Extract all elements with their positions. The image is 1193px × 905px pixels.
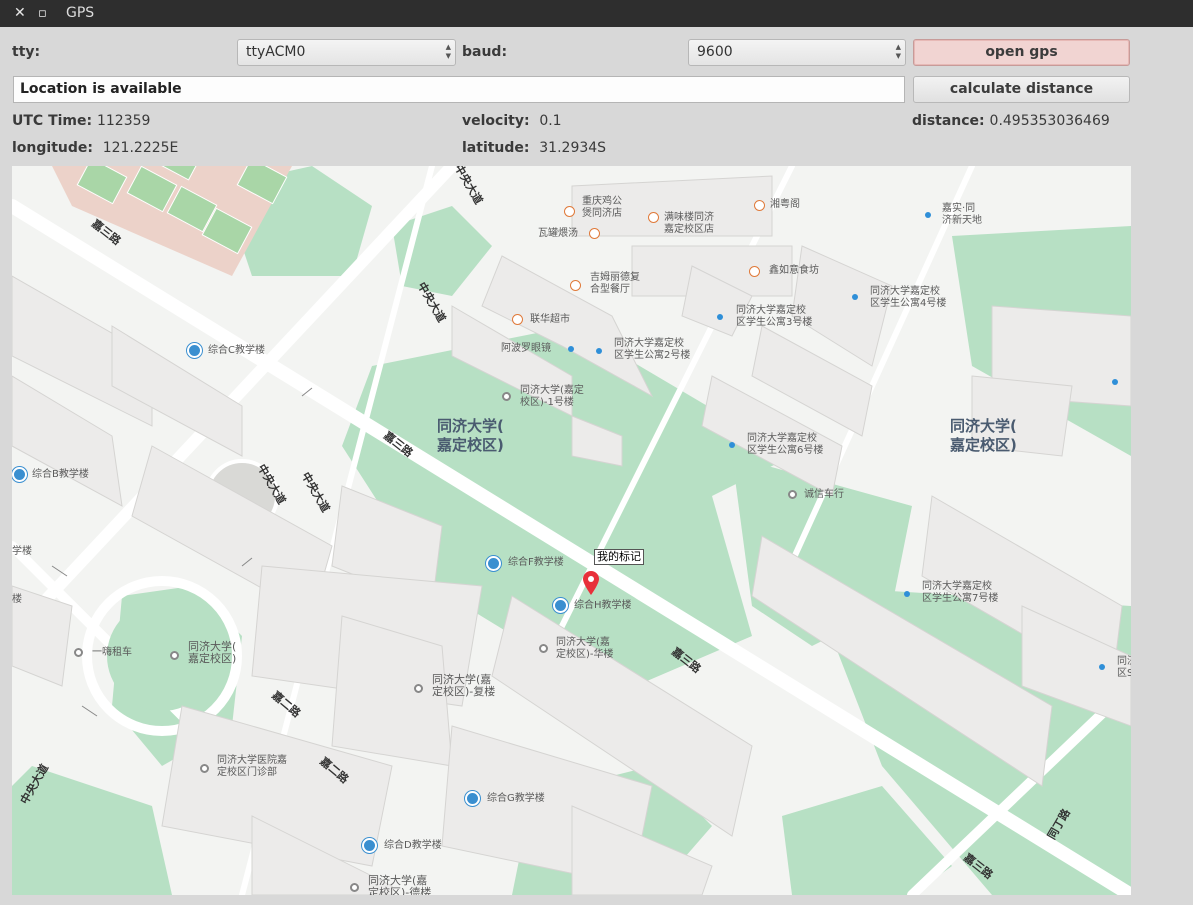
- building-icon[interactable]: [539, 644, 548, 653]
- building-icon[interactable]: [350, 883, 359, 892]
- tty-select[interactable]: ttyACM0 ▲ ▼: [237, 39, 456, 66]
- baud-value: 9600: [697, 44, 733, 60]
- poi-label: 同济大学嘉定校 区学生公寓6号楼: [747, 433, 824, 456]
- poi-label: 联华超市: [530, 314, 570, 325]
- poi-dot-icon[interactable]: [1099, 664, 1105, 670]
- close-icon[interactable]: ✕: [14, 0, 26, 27]
- velocity-label: velocity:: [462, 113, 530, 129]
- marker-label: 我的标记: [594, 549, 644, 565]
- poi-label: 同济大学嘉定校 区学生公寓7号楼: [922, 581, 999, 604]
- school-icon[interactable]: [486, 556, 501, 571]
- campus-label: 同济大学( 嘉定校区): [950, 417, 1017, 454]
- distance-readout: distance: 0.495353036469: [912, 113, 1110, 129]
- restaurant-icon[interactable]: [589, 228, 600, 239]
- poi-label: 鑫如意食坊: [769, 265, 819, 276]
- poi-dot-icon[interactable]: [729, 442, 735, 448]
- poi-label: 同济大学( 嘉定校区): [188, 640, 237, 665]
- utc-readout: UTC Time: 112359: [12, 113, 150, 129]
- poi-label: 同济大学(嘉 定校区)-华楼: [556, 637, 614, 660]
- campus-label: 同济大学( 嘉定校区): [437, 417, 504, 454]
- poi-label: 吉姆丽德复 合型餐厅: [590, 272, 640, 295]
- longitude-readout: longitude: 121.2225E: [12, 140, 178, 156]
- spin-arrows-icon[interactable]: ▲ ▼: [896, 43, 901, 61]
- poi-dot-icon[interactable]: [596, 348, 602, 354]
- longitude-label: longitude:: [12, 140, 93, 156]
- calculate-distance-button[interactable]: calculate distance: [913, 76, 1130, 103]
- poi-label: 重庆鸡公 煲同济店: [582, 196, 622, 219]
- poi-label: 综合B教学楼: [32, 469, 89, 480]
- utc-label: UTC Time:: [12, 113, 93, 129]
- poi-label: 同济大学医院嘉 定校区门诊部: [217, 755, 287, 778]
- title-bar: ✕ ▫ GPS: [0, 0, 1193, 27]
- latitude-label: latitude:: [462, 140, 530, 156]
- restaurant-icon[interactable]: [754, 200, 765, 211]
- poi-label: 综合C教学楼: [208, 345, 265, 356]
- car-icon[interactable]: [788, 490, 797, 499]
- poi-label: 同济大学(嘉定 校区)-1号楼: [520, 385, 584, 408]
- open-gps-button[interactable]: open gps: [913, 39, 1130, 66]
- school-icon[interactable]: [465, 791, 480, 806]
- spin-arrows-icon[interactable]: ▲ ▼: [446, 43, 451, 61]
- distance-value: 0.495353036469: [989, 113, 1110, 129]
- building-icon[interactable]: [502, 392, 511, 401]
- poi-label: 同济大学(嘉 定校区)-复楼: [432, 673, 496, 698]
- school-icon[interactable]: [362, 838, 377, 853]
- restaurant-icon[interactable]: [570, 280, 581, 291]
- poi-label: 综合D教学楼: [384, 840, 442, 851]
- poi-label: 阿波罗眼镜: [501, 343, 551, 354]
- supermarket-icon[interactable]: [512, 314, 523, 325]
- poi-label: 同济大学嘉定校 区学生公寓2号楼: [614, 338, 691, 361]
- poi-label: 同济大学嘉定校 区学生公寓4号楼: [870, 286, 947, 309]
- location-pin-icon[interactable]: [583, 571, 599, 595]
- window-title: GPS: [66, 5, 95, 21]
- utc-value: 112359: [96, 113, 151, 129]
- tty-label: tty:: [12, 44, 41, 60]
- poi-dot-icon[interactable]: [904, 591, 910, 597]
- poi-dot-icon[interactable]: [717, 314, 723, 320]
- poi-label: 湘粤阁: [770, 199, 800, 210]
- baud-label: baud:: [462, 44, 508, 60]
- map-canvas: [12, 166, 1131, 895]
- poi-label: 诚信车行: [804, 489, 844, 500]
- status-field[interactable]: Location is available: [13, 76, 905, 103]
- map-view[interactable]: 同济大学( 嘉定校区) 同济大学( 嘉定校区) 嘉三路 嘉三路 嘉三路 嘉三路 …: [12, 166, 1131, 895]
- poi-label: 同济 区S: [1117, 656, 1131, 679]
- poi-label: 瓦罐煨汤: [538, 228, 578, 239]
- longitude-value: 121.2225E: [102, 140, 179, 156]
- hospital-icon[interactable]: [200, 764, 209, 773]
- poi-label: 一嗨租车: [92, 647, 132, 658]
- restaurant-icon[interactable]: [564, 206, 575, 217]
- poi-label: 综合H教学楼: [574, 600, 632, 611]
- poi-label: 综合G教学楼: [487, 793, 545, 804]
- poi-label: 满味楼同济 嘉定校区店: [664, 212, 714, 235]
- restaurant-icon[interactable]: [749, 266, 760, 277]
- poi-label: 嘉实·同 济新天地: [942, 203, 982, 226]
- poi-dot-icon[interactable]: [568, 346, 574, 352]
- poi-dot-icon[interactable]: [1112, 379, 1118, 385]
- building-icon[interactable]: [414, 684, 423, 693]
- distance-label: distance:: [912, 113, 985, 129]
- latitude-readout: latitude: 31.2934S: [462, 140, 606, 156]
- poi-dot-icon[interactable]: [852, 294, 858, 300]
- car-icon[interactable]: [74, 648, 83, 657]
- poi-label: 同济大学嘉定校 区学生公寓3号楼: [736, 305, 813, 328]
- velocity-readout: velocity: 0.1: [462, 113, 562, 129]
- restaurant-icon[interactable]: [648, 212, 659, 223]
- building-icon[interactable]: [170, 651, 179, 660]
- latitude-value: 31.2934S: [539, 140, 607, 156]
- maximize-icon[interactable]: ▫: [38, 0, 47, 27]
- poi-label: 综合F教学楼: [508, 557, 564, 568]
- school-icon[interactable]: [187, 343, 202, 358]
- poi-dot-icon[interactable]: [925, 212, 931, 218]
- velocity-value: 0.1: [539, 113, 562, 129]
- poi-label: 学楼: [12, 546, 32, 557]
- poi-label: 同济大学(嘉 定校区)-德楼: [368, 874, 432, 896]
- poi-label: 楼: [12, 594, 22, 605]
- baud-select[interactable]: 9600 ▲ ▼: [688, 39, 906, 66]
- school-icon[interactable]: [553, 598, 568, 613]
- tty-value: ttyACM0: [246, 44, 306, 60]
- school-icon[interactable]: [12, 467, 27, 482]
